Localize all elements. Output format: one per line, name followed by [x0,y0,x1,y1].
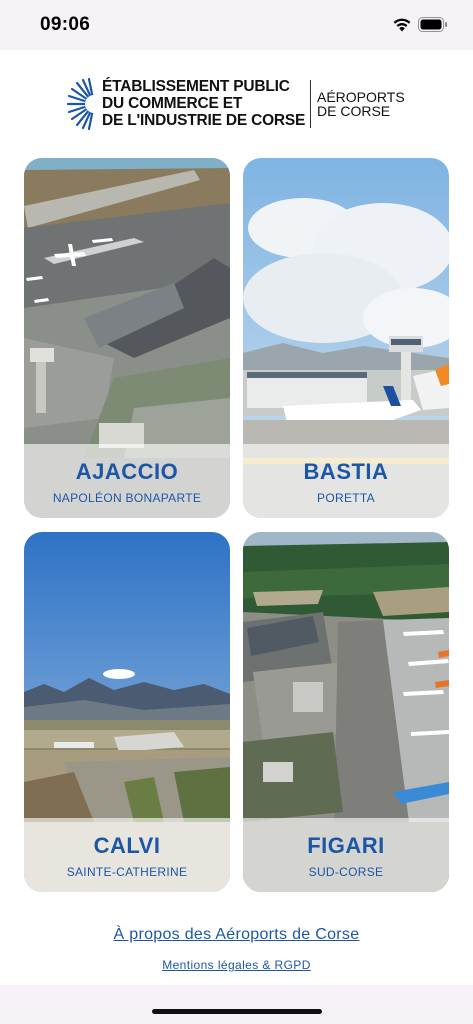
about-link[interactable]: À propos des Aéroports de Corse [0,926,473,944]
card-label: CALVI SAINTE-CATHERINE [24,818,230,892]
brand-name: AÉROPORTS DE CORSE [317,90,417,118]
card-label: AJACCIO NAPOLÉON BONAPARTE [24,444,230,518]
brand-name-line1: AÉROPORTS [317,89,405,105]
city-name: FIGARI [307,833,385,858]
airport-name: SAINTE-CATHERINE [66,865,188,879]
brand-name-line2: DE CORSE [317,103,391,119]
battery-icon [418,17,447,32]
header-logo: ÉTABLISSEMENT PUBLIC DU COMMERCE ET DE L… [64,76,424,132]
city-name: AJACCIO [75,459,179,484]
airport-card-ajaccio[interactable]: AJACCIO NAPOLÉON BONAPARTE [24,158,230,518]
airport-card-figari[interactable]: FIGARI SUD-CORSE [243,532,449,892]
status-time: 09:06 [40,14,91,35]
home-indicator[interactable] [152,1009,322,1014]
card-label: FIGARI SUD-CORSE [243,818,449,892]
sunburst-logo-icon [66,78,96,130]
airport-card-bastia[interactable]: BASTIA PORETTA [243,158,449,518]
bottom-safe-area [0,985,473,1024]
city-name: BASTIA [303,459,389,484]
main-content: ÉTABLISSEMENT PUBLIC DU COMMERCE ET DE L… [0,50,473,985]
airport-name: NAPOLÉON BONAPARTE [52,491,202,505]
card-label: BASTIA PORETTA [243,444,449,518]
wifi-icon [393,18,411,32]
airport-name: PORETTA [317,491,375,505]
legal-link[interactable]: Mentions légales & RGPD [0,958,473,972]
city-name: CALVI [93,833,161,858]
organization-name: ÉTABLISSEMENT PUBLIC DU COMMERCE ET DE L… [102,78,312,129]
logo-divider [310,80,311,128]
organization-name-line2: DU COMMERCE ET [102,95,243,112]
organization-name-line3: DE L'INDUSTRIE DE CORSE [102,112,306,129]
airport-card-calvi[interactable]: CALVI SAINTE-CATHERINE [24,532,230,892]
status-bar: 09:06 [0,0,473,50]
organization-name-line1: ÉTABLISSEMENT PUBLIC [102,78,290,95]
airport-name: SUD-CORSE [308,865,384,879]
